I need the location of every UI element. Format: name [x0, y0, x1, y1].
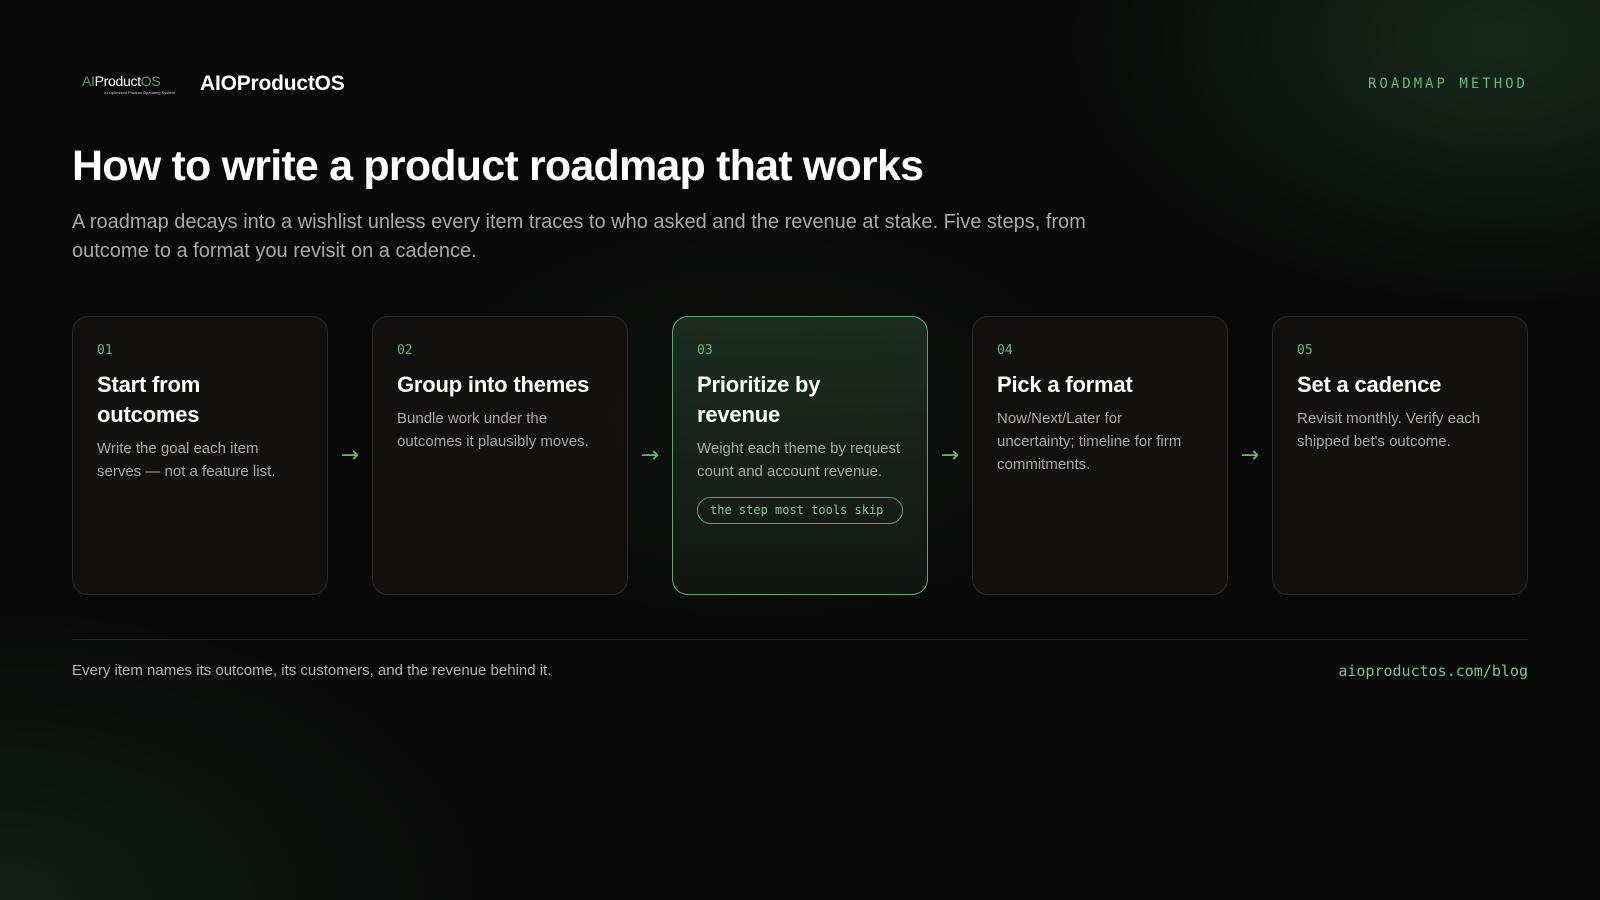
logo-prefix: AI	[82, 73, 95, 89]
logo-tagline: AI Optimized Product Operating System	[104, 90, 175, 95]
step-description: Revisit monthly. Verify each shipped bet…	[1297, 410, 1481, 450]
highlight-tag: the step most tools skip	[697, 497, 903, 524]
step-number: 05	[1297, 343, 1313, 358]
step-title: Group into themes	[397, 372, 590, 397]
section-kicker: ROADMAP METHOD	[1367, 76, 1528, 92]
logo-wordmark: AIProductOS	[82, 73, 161, 89]
brand-logo[interactable]: AIProductOS AI Optimized Product Operati…	[82, 70, 182, 98]
step-title: Start from outcomes	[97, 372, 201, 427]
arrow-right-icon: →	[940, 443, 960, 468]
step-card-1: 01 Start from outcomes Write the goal ea…	[72, 316, 328, 595]
step-description: Write the goal each item serves — not a …	[97, 440, 276, 480]
step-description: Weight each theme by request count and a…	[697, 440, 901, 480]
step-title: Pick a format	[997, 372, 1133, 397]
step-card-2: 02 Group into themes Bundle work under t…	[372, 316, 628, 595]
step-title: Prioritize by revenue	[697, 372, 821, 427]
step-card-4: 04 Pick a format Now/Next/Later for unce…	[972, 316, 1228, 595]
footer-note: Every item names its outcome, its custom…	[72, 662, 552, 679]
header: AIProductOS AI Optimized Product Operati…	[72, 66, 1528, 102]
step-number: 04	[997, 343, 1013, 358]
page-title: How to write a product roadmap that work…	[72, 142, 924, 190]
arrow-right-icon: →	[640, 443, 660, 468]
brand-name[interactable]: AIOProductOS	[200, 72, 345, 96]
page-subtitle: A roadmap decays into a wishlist unless …	[72, 211, 1086, 262]
blog-link[interactable]: aioproductos.com/blog	[1338, 662, 1528, 680]
arrow-right-icon: →	[1240, 443, 1260, 468]
footer-divider	[72, 639, 1528, 640]
step-number: 03	[697, 343, 713, 358]
step-description: Bundle work under the outcomes it plausi…	[397, 410, 589, 450]
step-description: Now/Next/Later for uncertainty; timeline…	[997, 410, 1182, 473]
logo-main: Product	[94, 73, 141, 89]
step-number: 02	[397, 343, 413, 358]
roadmap-steps: 01 Start from outcomes Write the goal ea…	[72, 316, 1528, 595]
step-number: 01	[97, 343, 113, 358]
logo-suffix: OS	[140, 73, 161, 89]
step-card-3-highlighted: 03 Prioritize by revenue Weight each the…	[672, 316, 928, 595]
step-title: Set a cadence	[1297, 372, 1442, 397]
arrow-right-icon: →	[340, 443, 360, 468]
step-card-5: 05 Set a cadence Revisit monthly. Verify…	[1272, 316, 1528, 595]
